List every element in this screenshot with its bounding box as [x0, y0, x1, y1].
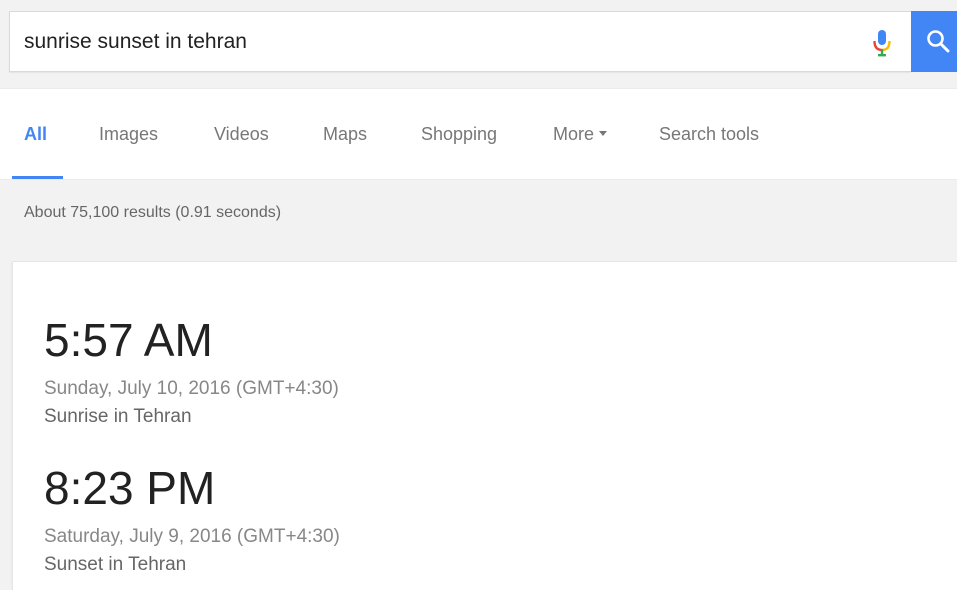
sunrise-time: 5:57 AM: [44, 314, 213, 366]
tab-maps[interactable]: Maps: [323, 124, 367, 145]
search-results-page: All Images Videos Maps Shopping More Sea…: [0, 0, 957, 590]
search-button[interactable]: [911, 11, 957, 72]
tab-more[interactable]: More: [553, 124, 608, 145]
active-tab-indicator: [12, 176, 63, 179]
search-tabs: All Images Videos Maps Shopping More Sea…: [0, 88, 957, 180]
search-header: [0, 0, 957, 88]
tab-shopping[interactable]: Shopping: [421, 124, 497, 145]
microphone-icon[interactable]: [867, 28, 897, 60]
search-input[interactable]: [24, 26, 844, 58]
sunset-date: Saturday, July 9, 2016 (GMT+4:30): [44, 526, 340, 547]
tab-more-label: More: [553, 124, 595, 144]
tab-videos[interactable]: Videos: [214, 124, 269, 145]
result-stats: About 75,100 results (0.91 seconds): [24, 204, 282, 221]
sunset-time: 8:23 PM: [44, 462, 216, 514]
search-icon: [927, 30, 950, 53]
search-box[interactable]: [9, 11, 911, 72]
caret-down-icon: [599, 130, 608, 136]
sunrise-label: Sunrise in Tehran: [44, 406, 192, 427]
sunset-label: Sunset in Tehran: [44, 554, 187, 575]
tab-search-tools[interactable]: Search tools: [659, 124, 759, 145]
tab-all[interactable]: All: [24, 124, 47, 145]
tab-images[interactable]: Images: [99, 124, 158, 145]
sunrise-date: Sunday, July 10, 2016 (GMT+4:30): [44, 378, 339, 399]
sunrise-sunset-answer-card: 5:57 AM Sunday, July 10, 2016 (GMT+4:30)…: [12, 261, 957, 590]
